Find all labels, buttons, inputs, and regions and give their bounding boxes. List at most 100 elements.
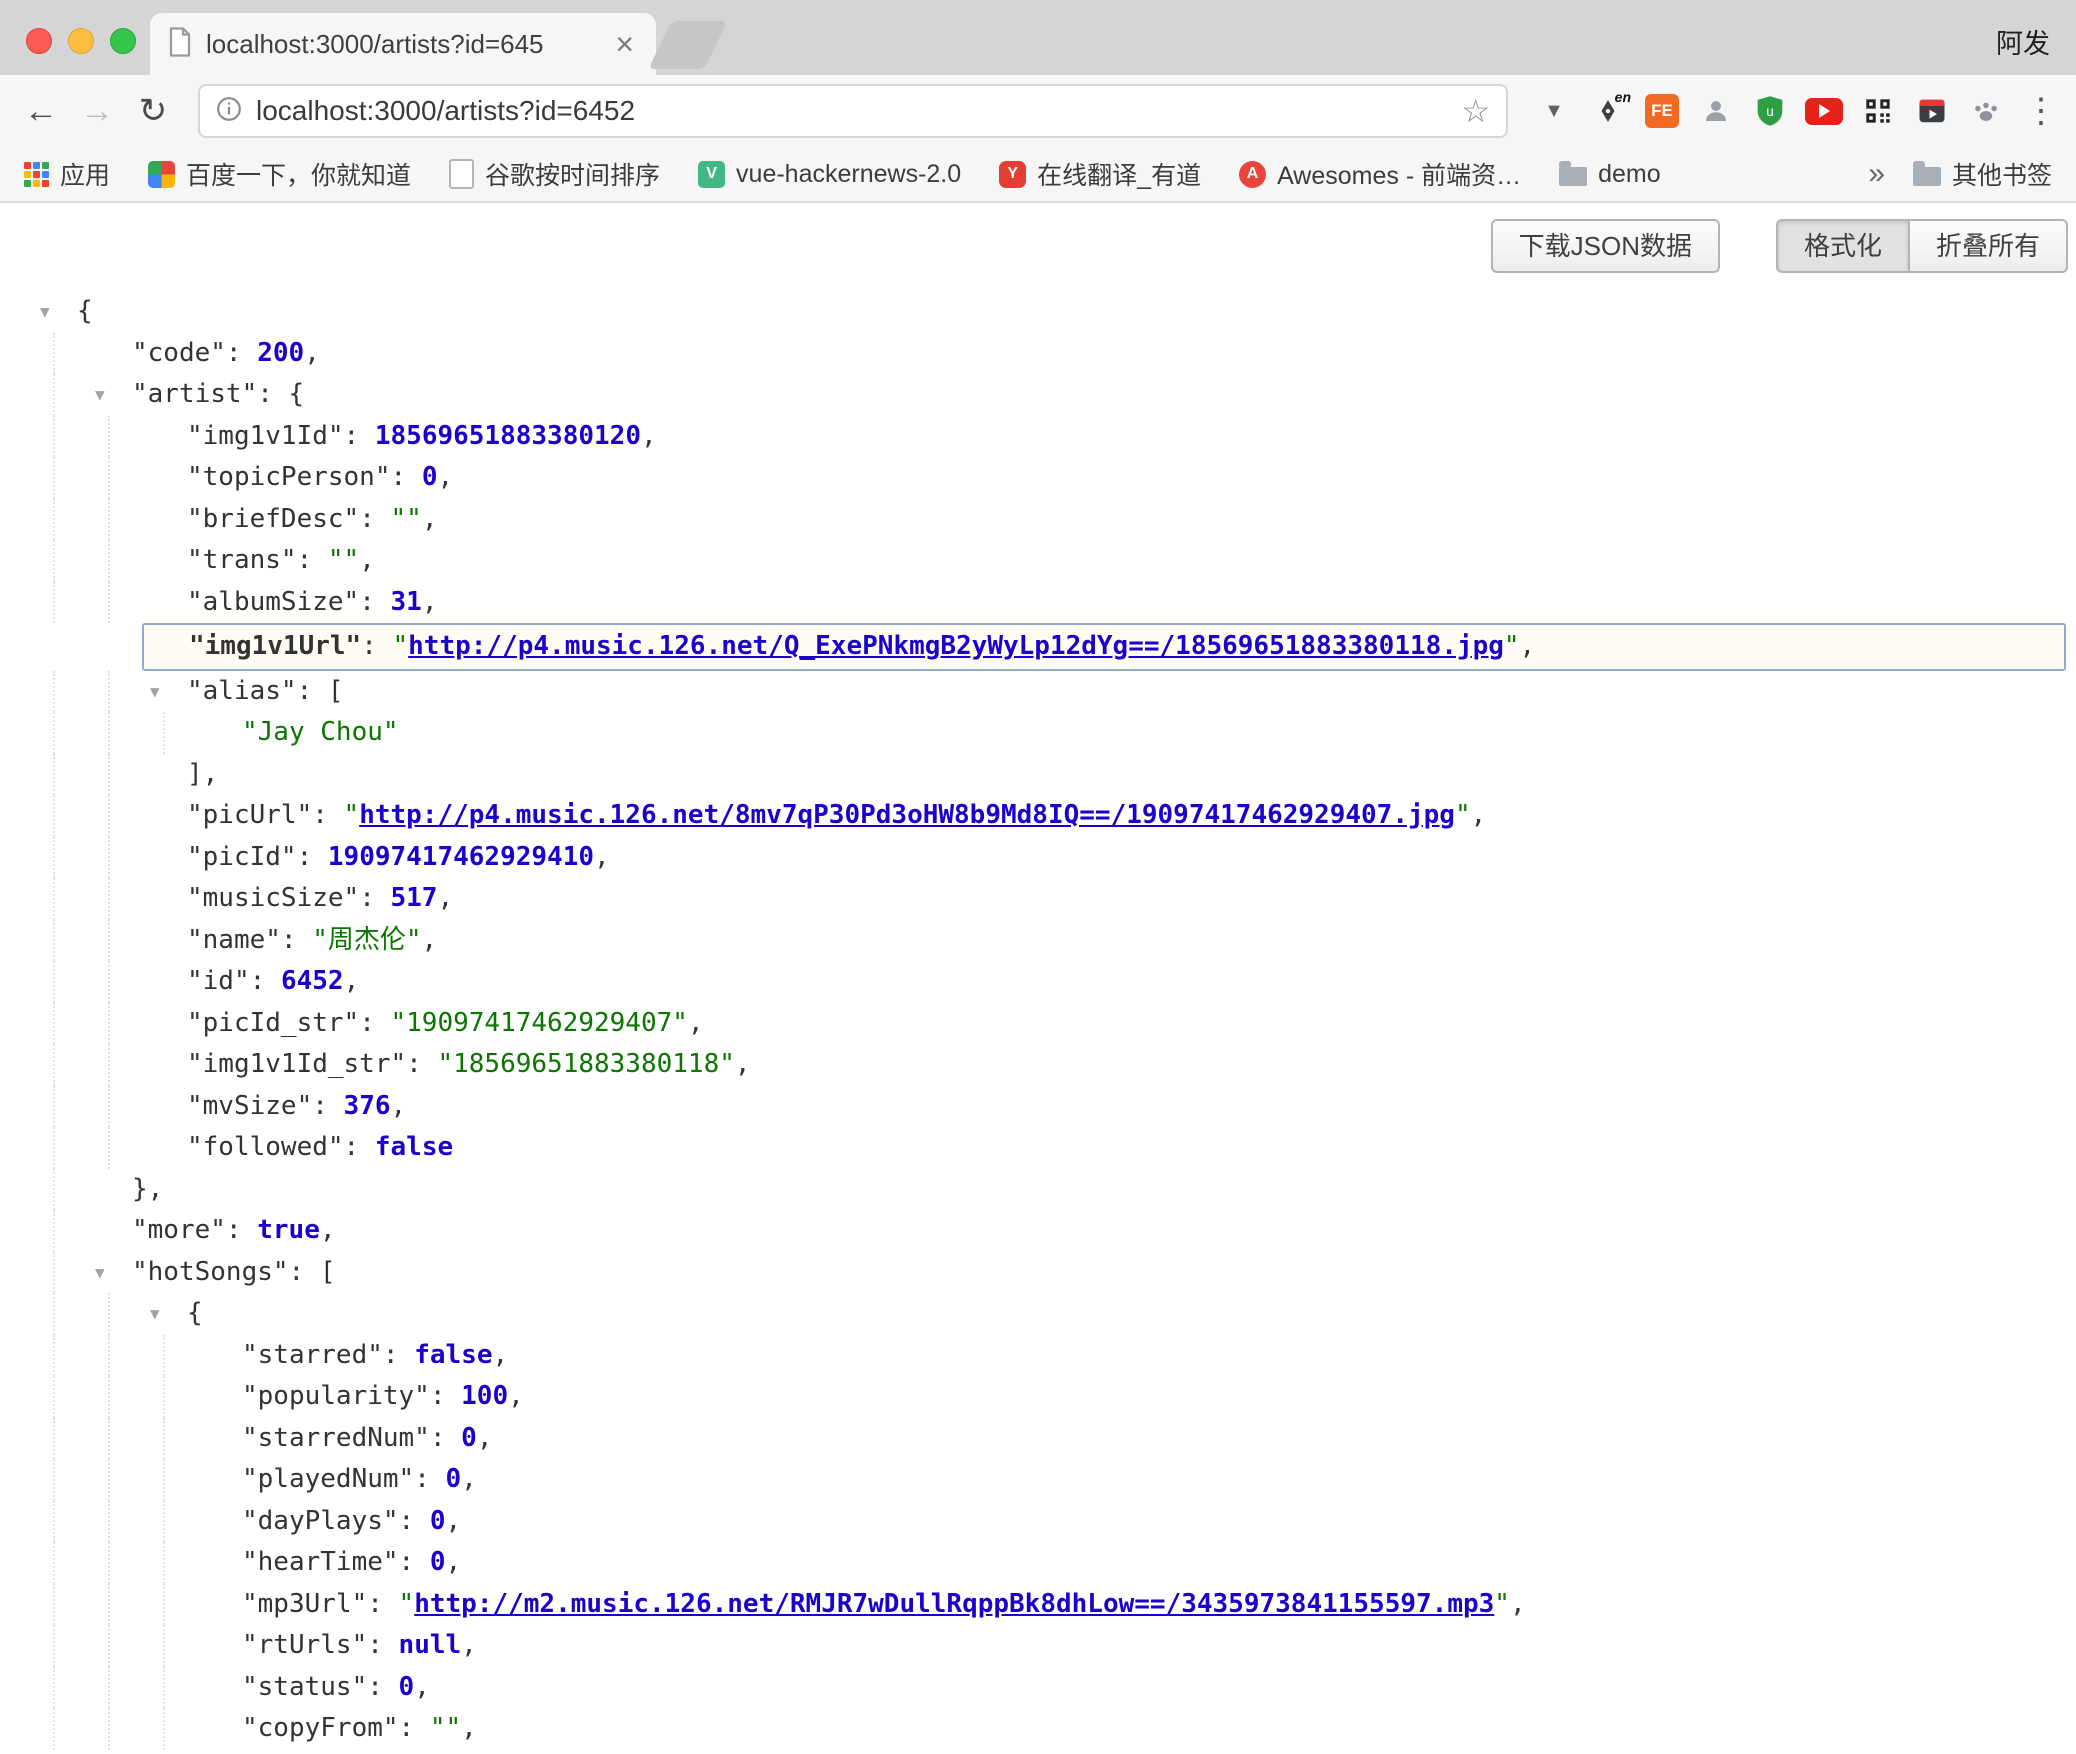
- bookmark-item[interactable]: 百度一下，你就知道: [148, 156, 411, 192]
- youtube-icon[interactable]: [1804, 91, 1844, 131]
- json-token: true: [257, 1215, 320, 1245]
- other-bookmarks-label: 其他书签: [1952, 156, 2052, 192]
- json-token: ,: [320, 1215, 336, 1245]
- json-token: 18569651883380120: [375, 421, 641, 451]
- indent-guide: [163, 1625, 165, 1667]
- json-token: "trans": [187, 545, 297, 575]
- apps-shortcut[interactable]: 应用: [24, 156, 110, 192]
- json-line: "briefDesc": "",: [0, 499, 2076, 541]
- reload-icon[interactable]: ↻: [130, 91, 176, 131]
- json-token: 100: [461, 1381, 508, 1411]
- other-bookmarks-folder[interactable]: 其他书签: [1913, 156, 2052, 192]
- indent-guide: [53, 837, 55, 879]
- shield-icon[interactable]: u: [1750, 91, 1790, 131]
- indent-guide: [53, 1169, 55, 1211]
- indent-guide: [108, 1086, 110, 1128]
- format-button[interactable]: 格式化: [1776, 219, 1909, 273]
- json-token: 517: [391, 883, 438, 913]
- json-token: 0: [422, 462, 438, 492]
- json-line: "playedNum": 0,: [0, 1459, 2076, 1501]
- bookmarks-overflow-icon[interactable]: »: [1868, 157, 1885, 191]
- download-json-button[interactable]: 下载JSON数据: [1491, 219, 1720, 273]
- json-token: :: [297, 676, 328, 706]
- json-token: ,: [359, 545, 375, 575]
- json-url-link[interactable]: http://m2.music.126.net/RMJR7wDullRqppBk…: [414, 1589, 1494, 1619]
- indent-guide: [53, 1667, 55, 1709]
- json-line: "hearTime": 0,: [0, 1542, 2076, 1584]
- json-token: 0: [430, 1506, 446, 1536]
- indent-guide: [53, 499, 55, 541]
- json-token: ,: [461, 1630, 477, 1660]
- indent-guide: [108, 795, 110, 837]
- url-text[interactable]: localhost:3000/artists?id=6452: [256, 95, 1461, 127]
- json-line: ▼"alias": [: [0, 671, 2076, 713]
- json-token: 0: [461, 1423, 477, 1453]
- page-info-icon[interactable]: [216, 96, 242, 127]
- json-token: "alias": [187, 676, 297, 706]
- collapse-toggle-icon[interactable]: ▼: [95, 1252, 105, 1294]
- json-token: "rtUrls": [242, 1630, 367, 1660]
- zoom-window-button[interactable]: [110, 28, 136, 54]
- json-line: ▼{: [0, 1293, 2076, 1335]
- folder-icon: [1913, 167, 1941, 186]
- baidu-favicon-icon: [148, 161, 175, 188]
- indent-guide: [108, 1376, 110, 1418]
- address-bar[interactable]: localhost:3000/artists?id=6452 ☆: [198, 84, 1508, 138]
- bookmark-item[interactable]: AAwesomes - 前端资…: [1239, 156, 1521, 192]
- person-icon[interactable]: [1696, 91, 1736, 131]
- indent-guide: [53, 1086, 55, 1128]
- menu-kebab-icon[interactable]: ⋮: [2024, 91, 2058, 131]
- bookmark-item[interactable]: Y在线翻译_有道: [999, 156, 1201, 192]
- svg-text:u: u: [1766, 104, 1774, 119]
- player-icon[interactable]: [1912, 91, 1952, 131]
- minimize-window-button[interactable]: [68, 28, 94, 54]
- profile-name[interactable]: 阿发: [1996, 22, 2050, 61]
- indent-guide: [53, 1708, 55, 1750]
- bookmark-star-icon[interactable]: ☆: [1461, 92, 1490, 130]
- json-token: 200: [257, 338, 304, 368]
- indent-guide: [108, 499, 110, 541]
- collapse-all-button[interactable]: 折叠所有: [1909, 219, 2068, 273]
- browser-tab[interactable]: localhost:3000/artists?id=645 ×: [150, 13, 656, 75]
- indent-guide: [163, 1667, 165, 1709]
- indent-guide: [108, 920, 110, 962]
- qr-code-icon[interactable]: [1858, 91, 1898, 131]
- json-token: {: [77, 296, 93, 326]
- json-token: ,: [461, 1713, 477, 1743]
- paw-icon[interactable]: [1966, 91, 2006, 131]
- json-token: ],: [187, 759, 218, 789]
- back-icon[interactable]: ←: [18, 92, 64, 131]
- bookmarks-bar: 应用 百度一下，你就知道 谷歌按时间排序 Vvue-hackernews-2.0 Y在…: [0, 147, 2076, 203]
- forward-icon[interactable]: →: [74, 92, 120, 131]
- json-token: :: [430, 1381, 461, 1411]
- json-token: "name": [187, 925, 281, 955]
- tab-close-icon[interactable]: ×: [611, 29, 638, 59]
- fe-extension-icon[interactable]: FE: [1642, 91, 1682, 131]
- collapse-toggle-icon[interactable]: ▼: [150, 1293, 160, 1335]
- json-string-value: "http://p4.music.126.net/Q_ExePNkmgB2yWy…: [393, 631, 1520, 661]
- json-token: 19097417462929410: [328, 842, 594, 872]
- json-url-link[interactable]: http://p4.music.126.net/8mv7qP30Pd3oHW8b…: [359, 800, 1455, 830]
- window-controls: [26, 28, 136, 54]
- collapse-toggle-icon[interactable]: ▼: [150, 671, 160, 713]
- bookmark-item[interactable]: demo: [1559, 156, 1661, 192]
- json-token: ,: [1510, 1589, 1526, 1619]
- json-token: ,: [304, 338, 320, 368]
- indent-guide: [53, 1003, 55, 1045]
- json-token: 0: [446, 1464, 462, 1494]
- json-token: "musicSize": [187, 883, 359, 913]
- tab-title: localhost:3000/artists?id=645: [206, 29, 597, 60]
- bookmark-item[interactable]: Vvue-hackernews-2.0: [698, 156, 961, 192]
- json-token: [: [320, 1257, 336, 1287]
- json-url-link[interactable]: http://p4.music.126.net/Q_ExePNkmgB2yWyL…: [408, 631, 1504, 661]
- new-tab-button[interactable]: [648, 21, 727, 69]
- json-line: "img1v1Id_str": "18569651883380118",: [0, 1044, 2076, 1086]
- collapse-toggle-icon[interactable]: ▼: [95, 374, 105, 416]
- json-line: "picId_str": "19097417462929407",: [0, 1003, 2076, 1045]
- json-token: ,: [492, 1340, 508, 1370]
- collapse-toggle-icon[interactable]: ▼: [40, 291, 50, 333]
- pen-translate-icon[interactable]: en: [1588, 91, 1628, 131]
- caret-down-icon[interactable]: ▼: [1534, 91, 1574, 131]
- close-window-button[interactable]: [26, 28, 52, 54]
- bookmark-item[interactable]: 谷歌按时间排序: [449, 156, 660, 192]
